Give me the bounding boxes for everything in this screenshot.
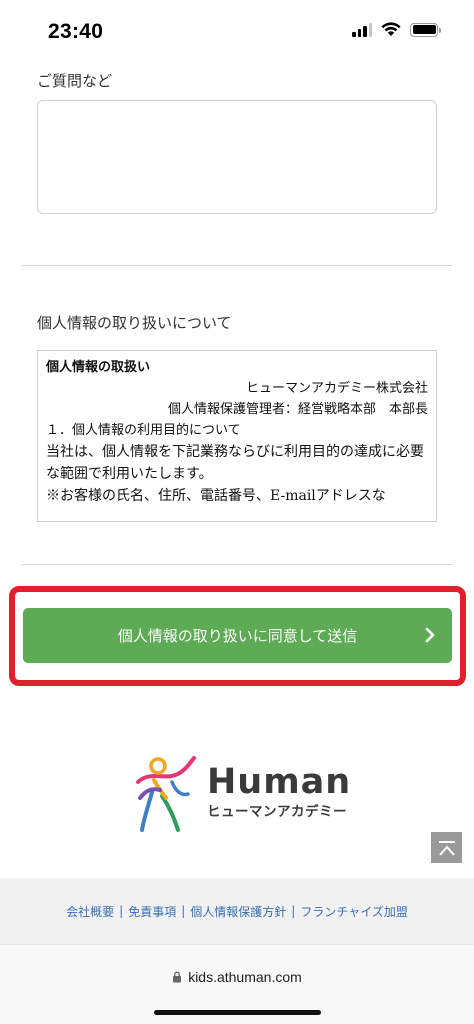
footer-links: 会社概要 | 免責事項 | 個人情報保護方針 | フランチャイズ加盟 bbox=[0, 878, 474, 944]
submit-button-label: 個人情報の取り扱いに同意して送信 bbox=[117, 627, 358, 645]
policy-title: 個人情報の取扱い bbox=[46, 360, 151, 375]
privacy-policy-box[interactable]: 個人情報の取扱い ヒューマンアカデミー株式会社 個人情報保護管理者：経営戦略本部… bbox=[37, 350, 437, 522]
logo-wordmark: Human bbox=[207, 762, 352, 802]
wifi-icon bbox=[381, 22, 401, 36]
footer-link-franchise[interactable]: フランチャイズ加盟 bbox=[300, 903, 408, 920]
lock-icon bbox=[173, 971, 182, 983]
back-to-top-icon bbox=[438, 840, 455, 856]
policy-manager: 個人情報保護管理者：経営戦略本部 本部長 bbox=[167, 402, 428, 417]
url-field[interactable]: kids.athuman.com bbox=[0, 969, 474, 985]
policy-body-note: ※お客様の氏名、住所、電話番号、E-mailアドレスな bbox=[46, 488, 386, 504]
human-academy-logo-mark bbox=[136, 756, 196, 832]
chevron-right-icon bbox=[425, 627, 435, 643]
status-time: 23:40 bbox=[48, 20, 104, 43]
logo-subtitle: ヒューマンアカデミー bbox=[207, 804, 347, 820]
home-indicator bbox=[154, 1010, 321, 1015]
footer-link-privacy-policy[interactable]: 個人情報保護方針 bbox=[190, 903, 286, 920]
url-text: kids.athuman.com bbox=[188, 969, 302, 985]
question-textarea[interactable] bbox=[37, 100, 437, 214]
privacy-label: 個人情報の取り扱いについて bbox=[37, 314, 232, 332]
status-icons bbox=[352, 22, 441, 37]
policy-company: ヒューマンアカデミー株式会社 bbox=[245, 381, 428, 396]
policy-body-text: 当社は、個人情報を下記業務ならびに利用目的の達成に必要な範囲で利用いたします。 bbox=[46, 444, 424, 482]
policy-section-heading: １．個人情報の利用目的について bbox=[46, 423, 241, 438]
question-label: ご質問など bbox=[37, 72, 113, 90]
footer-link-company[interactable]: 会社概要 bbox=[66, 903, 114, 920]
battery-icon bbox=[410, 22, 441, 37]
footer-link-disclaimer[interactable]: 免責事項 bbox=[128, 903, 176, 920]
status-bar: 23:40 bbox=[0, 0, 474, 62]
section-divider bbox=[22, 265, 452, 266]
cellular-signal-icon bbox=[352, 22, 372, 37]
section-divider bbox=[22, 564, 452, 565]
back-to-top-button[interactable] bbox=[431, 832, 462, 863]
submit-consent-button[interactable]: 個人情報の取り扱いに同意して送信 bbox=[23, 608, 452, 663]
